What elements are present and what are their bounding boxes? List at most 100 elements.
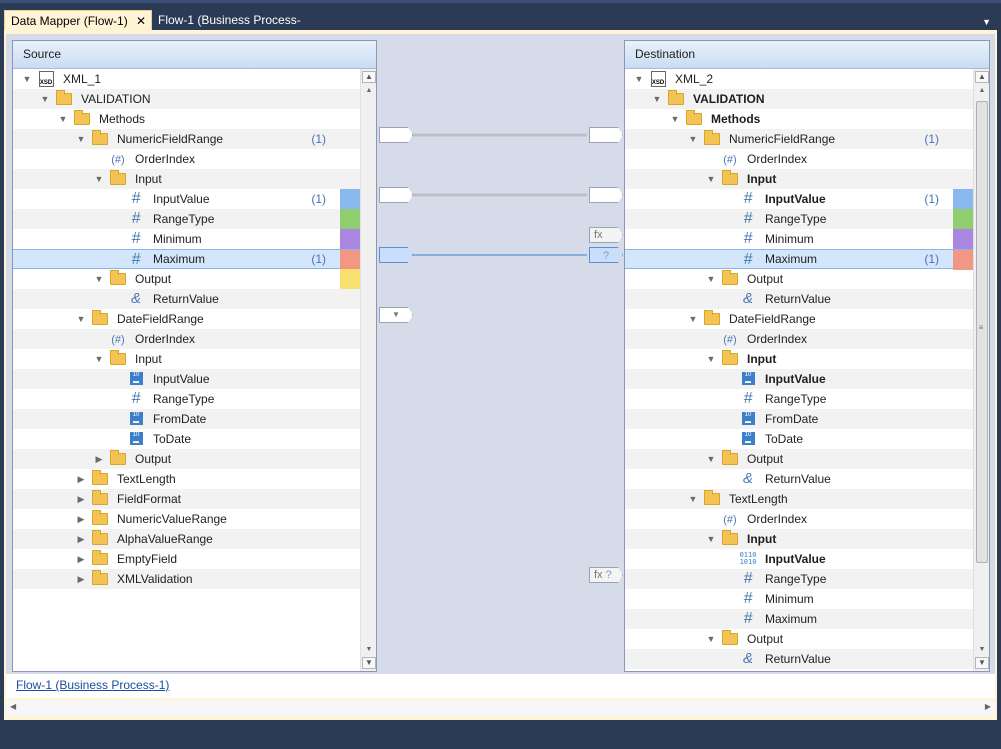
expand-right-icon[interactable]: ▶ (75, 509, 87, 529)
tree-row[interactable]: 10 ▬ InputValue (625, 369, 973, 389)
dest-port-numericfieldrange[interactable] (589, 127, 623, 143)
scroll-right-arrow-icon[interactable]: ▶ (985, 702, 991, 711)
filter-icon[interactable]: ▼ (379, 307, 413, 323)
tree-row[interactable]: 10 ▬ FromDate (13, 409, 360, 429)
scroll-down-arrow-icon[interactable]: ▼ (974, 646, 990, 653)
expand-down-icon[interactable]: ▼ (75, 129, 87, 149)
source-scrollbar[interactable]: ▲ ▲ ▼ ▼ (360, 69, 376, 671)
tree-row[interactable]: ▼ Methods (625, 109, 973, 129)
tree-row[interactable]: ▼ Output (13, 269, 360, 289)
expand-down-icon[interactable]: ▼ (705, 529, 717, 549)
expand-right-icon[interactable]: ▶ (75, 569, 87, 589)
tree-row[interactable]: # Minimum (13, 229, 360, 249)
tree-row[interactable]: & ReturnValue (625, 469, 973, 489)
tree-row[interactable]: ▼ Input (625, 349, 973, 369)
tree-row[interactable]: ▼ XSD XML_2 (625, 69, 973, 89)
close-icon[interactable]: ✕ (136, 11, 146, 32)
tree-row[interactable]: ▼ Input (625, 169, 973, 189)
tree-row[interactable]: ▼ Input (13, 349, 360, 369)
expand-down-icon[interactable]: ▼ (633, 69, 645, 89)
tree-row[interactable]: # RangeType (625, 569, 973, 589)
source-port-maximum[interactable] (379, 247, 413, 263)
tree-row[interactable]: ▼ Methods (13, 109, 360, 129)
expand-right-icon[interactable]: ▶ (75, 529, 87, 549)
expand-down-icon[interactable]: ▼ (687, 129, 699, 149)
tree-row[interactable]: ▼ VALIDATION (625, 89, 973, 109)
tree-row[interactable]: (#) OrderIndex (625, 329, 973, 349)
tree-row[interactable]: ▶ EmptyField (13, 549, 360, 569)
tree-row[interactable]: # RangeType (13, 209, 360, 229)
fx-unknown-node[interactable]: fx ? (589, 567, 623, 583)
expand-right-icon[interactable]: ▶ (75, 489, 87, 509)
tree-row[interactable]: # RangeType (625, 389, 973, 409)
expand-down-icon[interactable]: ▼ (669, 109, 681, 129)
expand-down-icon[interactable]: ▼ (651, 89, 663, 109)
tree-row[interactable]: # Maximum (1) (13, 249, 360, 270)
tree-row[interactable]: # RangeType (625, 209, 973, 229)
tree-row[interactable]: ▼ Input (625, 529, 973, 549)
tree-row[interactable]: 10 ▬ ToDate (13, 429, 360, 449)
tree-row[interactable]: ▼ Output (625, 629, 973, 649)
expand-right-icon[interactable]: ▶ (75, 469, 87, 489)
tree-row[interactable]: ▼ NumericFieldRange (1) (13, 129, 360, 149)
tree-row[interactable]: 10 ▬ ToDate (625, 429, 973, 449)
tree-row[interactable]: ▶ Output (13, 449, 360, 469)
horizontal-scrollbar[interactable]: ◀ ▶ (6, 700, 995, 716)
tree-row[interactable]: ▶ TextLength (13, 469, 360, 489)
tree-row[interactable]: & ReturnValue (625, 649, 973, 669)
tree-row[interactable]: 10 ▬ InputValue (13, 369, 360, 389)
tree-row[interactable]: # Maximum (625, 609, 973, 629)
expand-down-icon[interactable]: ▼ (93, 349, 105, 369)
scroll-bottom-button[interactable]: ▼ (975, 657, 989, 669)
expand-down-icon[interactable]: ▼ (687, 489, 699, 509)
tree-row[interactable]: # Minimum (625, 229, 973, 249)
tree-row[interactable]: # Minimum (625, 589, 973, 609)
expand-down-icon[interactable]: ▼ (705, 169, 717, 189)
tree-row[interactable]: # InputValue (1) (13, 189, 360, 209)
tree-row[interactable]: ▼ Output (625, 449, 973, 469)
expand-right-icon[interactable]: ▶ (75, 549, 87, 569)
tree-row[interactable]: (#) OrderIndex (13, 149, 360, 169)
tree-row[interactable]: & ReturnValue (625, 289, 973, 309)
source-port-inputvalue[interactable] (379, 187, 413, 203)
tree-row[interactable]: ▼ DateFieldRange (625, 309, 973, 329)
chevron-down-icon[interactable]: ▼ (982, 17, 991, 27)
tree-row[interactable]: # RangeType (13, 389, 360, 409)
expand-down-icon[interactable]: ▼ (57, 109, 69, 129)
tree-row[interactable]: 10 ▬ FromDate (625, 409, 973, 429)
scroll-top-button[interactable]: ▲ (362, 71, 376, 83)
tree-row[interactable]: ▶ FieldFormat (13, 489, 360, 509)
destination-scrollbar[interactable]: ▲ ▲ ≡ ▼ ▼ (973, 69, 989, 671)
tree-row[interactable]: ▼ DateFieldRange (13, 309, 360, 329)
tree-row[interactable]: (#) OrderIndex (13, 329, 360, 349)
source-port-numericfieldrange[interactable] (379, 127, 413, 143)
tree-row[interactable]: ▼ Input (13, 169, 360, 189)
scroll-thumb[interactable] (976, 101, 988, 563)
tree-row[interactable]: 0110 1010 InputValue (625, 549, 973, 569)
expand-down-icon[interactable]: ▼ (93, 269, 105, 289)
tree-row[interactable]: # InputValue (1) (625, 189, 973, 209)
expand-down-icon[interactable]: ▼ (705, 349, 717, 369)
dest-port-maximum[interactable]: ? (589, 247, 623, 263)
expand-down-icon[interactable]: ▼ (21, 69, 33, 89)
expand-down-icon[interactable]: ▼ (705, 269, 717, 289)
expand-down-icon[interactable]: ▼ (75, 309, 87, 329)
scroll-bottom-button[interactable]: ▼ (362, 657, 376, 669)
tree-row[interactable]: (#) OrderIndex (625, 149, 973, 169)
tree-row[interactable]: ▶ AlphaValueRange (13, 529, 360, 549)
expand-down-icon[interactable]: ▼ (93, 169, 105, 189)
expand-down-icon[interactable]: ▼ (687, 309, 699, 329)
tree-row[interactable]: ▼ Output (625, 269, 973, 289)
expand-down-icon[interactable]: ▼ (705, 449, 717, 469)
tree-row[interactable]: ▶ XMLValidation (13, 569, 360, 589)
tree-row[interactable]: (#) OrderIndex (625, 509, 973, 529)
expand-right-icon[interactable]: ▶ (93, 449, 105, 469)
tree-row[interactable]: ▼ VALIDATION (13, 89, 360, 109)
scroll-up-arrow-icon[interactable]: ▲ (974, 87, 990, 94)
business-process-link[interactable]: Flow-1 (Business Process-1) (16, 678, 169, 692)
scroll-up-arrow-icon[interactable]: ▲ (361, 87, 377, 94)
expand-down-icon[interactable]: ▼ (705, 629, 717, 649)
scroll-top-button[interactable]: ▲ (975, 71, 989, 83)
tree-row[interactable]: ▶ NumericValueRange (13, 509, 360, 529)
tree-row[interactable]: & ReturnValue (13, 289, 360, 309)
